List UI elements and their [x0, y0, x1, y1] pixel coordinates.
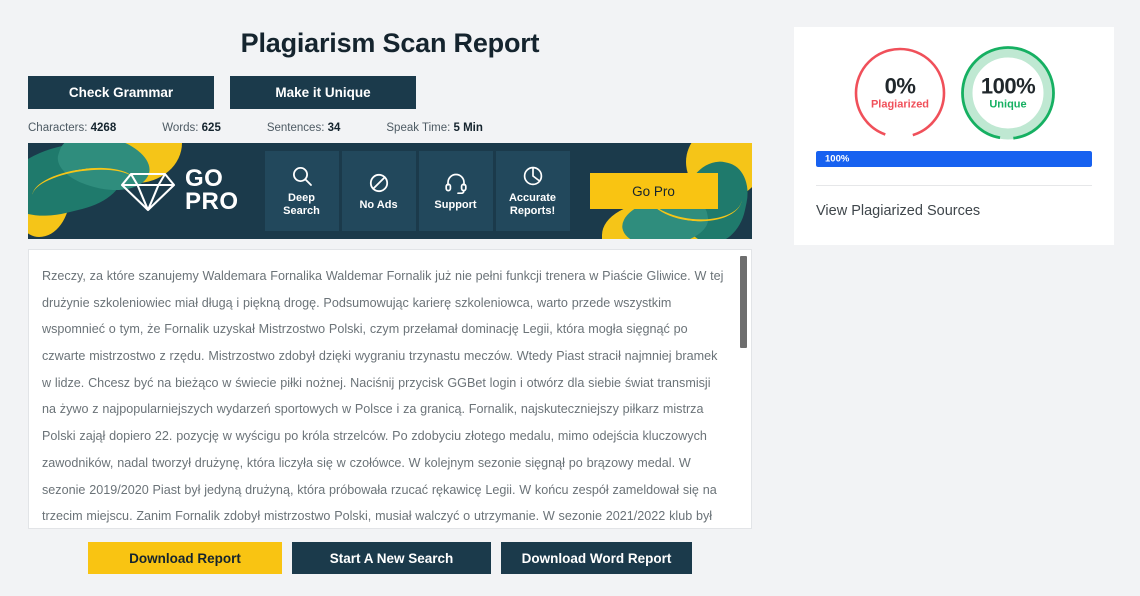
document-stats: Characters: 4268 Words: 625 Sentences: 3… [28, 122, 752, 134]
unique-progress-text: 100% [825, 153, 850, 165]
progress-section: 100% [794, 141, 1114, 167]
diamond-icon [120, 168, 176, 214]
feature-deep-search-line1: Deep [288, 192, 315, 205]
sidebar-divider [816, 185, 1092, 186]
feature-accurate-reports-line1: Accurate [508, 192, 557, 205]
headset-icon [444, 171, 468, 195]
stat-sentences-label: Sentences: [266, 122, 325, 134]
bottom-action-buttons: Download Report Start A New Search Downl… [28, 542, 752, 574]
stat-characters-label: Characters: [28, 122, 88, 134]
decorative-teal-leaf-left-1 [28, 143, 129, 227]
scanned-text-content: Rzeczy, za które szanujemy Waldemara For… [42, 269, 724, 524]
feature-no-ads-label: No Ads [359, 198, 398, 211]
go-pro-brand-text: GO PRO [185, 167, 239, 215]
plagiarized-gauge-text: 0% Plagiarized [852, 74, 948, 111]
no-ads-icon [368, 171, 390, 195]
start-new-search-button[interactable]: Start A New Search [292, 542, 491, 574]
unique-progress-bar: 100% [816, 151, 1092, 167]
search-icon [291, 164, 313, 188]
unique-percent: 100% [980, 73, 1036, 99]
text-scrollbar-thumb[interactable] [740, 256, 747, 348]
feature-accurate-reports-line2: Reports! [509, 205, 556, 217]
unique-gauge: 100% Unique [960, 45, 1056, 141]
feature-deep-search[interactable]: Deep Search [264, 151, 339, 231]
feature-support[interactable]: Support [418, 151, 493, 231]
top-action-buttons: Check Grammar Make it Unique [28, 76, 752, 109]
stat-words-value: 625 [201, 122, 221, 134]
go-pro-brand: GO PRO [120, 167, 239, 215]
feature-support-label: Support [434, 198, 477, 211]
feature-deep-search-label: Deep Search [283, 192, 320, 218]
main-column: Plagiarism Scan Report Check Grammar Mak… [28, 0, 752, 574]
stat-sentences-value: 34 [327, 122, 341, 134]
go-pro-feature-list: Deep Search No Ads Support Accurate Repo… [264, 151, 570, 231]
download-word-report-button[interactable]: Download Word Report [501, 542, 692, 574]
feature-accurate-reports-label: Accurate Reports! [509, 192, 556, 218]
go-pro-brand-line2: PRO [185, 188, 239, 215]
results-sidebar: 0% Plagiarized 100% Unique 100% View Pla… [794, 27, 1114, 245]
feature-no-ads[interactable]: No Ads [341, 151, 416, 231]
stat-speak-time: Speak Time: 5 Min [386, 122, 483, 134]
stat-characters-value: 4268 [90, 122, 117, 134]
unique-gauge-text: 100% Unique [960, 74, 1056, 111]
make-it-unique-button[interactable]: Make it Unique [230, 76, 416, 109]
stat-words: Words: 625 [162, 122, 221, 134]
result-gauges: 0% Plagiarized 100% Unique [794, 27, 1114, 141]
stat-speak-time-label: Speak Time: [386, 122, 451, 134]
check-grammar-button[interactable]: Check Grammar [28, 76, 214, 109]
feature-deep-search-line2: Search [283, 205, 320, 217]
stat-characters: Characters: 4268 [28, 122, 116, 134]
download-report-button[interactable]: Download Report [88, 542, 282, 574]
page-title: Plagiarism Scan Report [240, 28, 540, 58]
view-plagiarized-sources-link[interactable]: View Plagiarized Sources [816, 203, 1092, 219]
feature-accurate-reports[interactable]: Accurate Reports! [495, 151, 570, 231]
unique-progress-fill [816, 151, 1092, 167]
pie-chart-icon [522, 164, 544, 188]
plagiarized-label: Plagiarized [870, 98, 930, 111]
scanned-text-panel: Rzeczy, za które szanujemy Waldemara For… [28, 249, 752, 529]
plagiarized-gauge: 0% Plagiarized [852, 45, 948, 141]
stat-words-label: Words: [162, 122, 199, 134]
decorative-yellow-blob-left-2 [28, 159, 70, 237]
go-pro-banner[interactable]: GO PRO Deep Search No Ads Support Accura… [28, 143, 752, 239]
plagiarized-percent: 0% [884, 73, 916, 99]
go-pro-cta-button[interactable]: Go Pro [589, 173, 718, 209]
unique-label: Unique [989, 98, 1027, 111]
plagiarism-scan-report-page: Plagiarism Scan Report Check Grammar Mak… [0, 0, 1140, 596]
stat-speak-time-value: 5 Min [453, 122, 483, 134]
stat-sentences: Sentences: 34 [267, 122, 341, 134]
